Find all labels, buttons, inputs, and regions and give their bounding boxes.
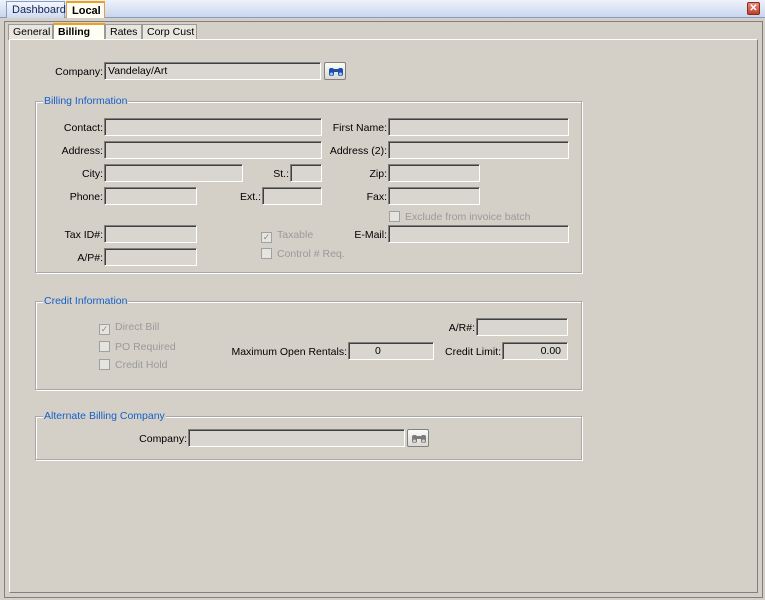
ar-field[interactable] (476, 318, 568, 336)
tax-id-label: Tax ID#: (64, 229, 103, 241)
phone-label: Phone: (69, 191, 103, 203)
contact-field[interactable] (104, 118, 322, 136)
ap-label: A/P#: (77, 252, 103, 264)
email-label: E-Mail: (354, 229, 387, 241)
tab-rates[interactable]: Rates (105, 24, 142, 40)
phone-field[interactable] (104, 187, 197, 205)
tax-id-field[interactable] (104, 225, 197, 243)
city-field[interactable] (104, 164, 243, 182)
city-label: City: (82, 168, 103, 180)
taxable-checkbox[interactable]: ✓ Taxable (261, 229, 314, 243)
exclude-invoice-label: Exclude from invoice batch (405, 211, 531, 223)
fax-field[interactable] (388, 187, 480, 205)
address2-field[interactable] (388, 141, 569, 159)
email-field[interactable] (388, 225, 569, 243)
address2-label: Address (2): (329, 145, 387, 157)
state-field[interactable] (290, 164, 322, 182)
ap-field[interactable] (104, 248, 197, 266)
control-req-box (261, 248, 272, 259)
exclude-invoice-checkbox[interactable]: Exclude from invoice batch (389, 211, 530, 223)
alternate-billing-title: Alternate Billing Company (43, 410, 166, 422)
tab-general[interactable]: General (8, 24, 53, 40)
po-required-box (99, 341, 110, 352)
binoculars-icon (329, 68, 343, 76)
credit-info-title: Credit Information (43, 295, 129, 307)
max-open-rentals-field[interactable]: 0 (348, 342, 434, 360)
tab-local[interactable]: Local (66, 1, 105, 18)
direct-bill-box: ✓ (99, 324, 110, 335)
fax-label: Fax: (366, 191, 387, 203)
tab-corp-cust[interactable]: Corp Cust (142, 24, 197, 40)
exclude-invoice-box (389, 211, 400, 222)
address-field[interactable] (104, 141, 322, 159)
company-lookup-button[interactable] (324, 62, 346, 80)
credit-hold-box (99, 359, 110, 370)
direct-bill-checkbox[interactable]: ✓ Direct Bill (99, 321, 160, 335)
alternate-company-lookup-button[interactable] (407, 429, 429, 447)
close-icon[interactable]: ✕ (747, 2, 760, 15)
credit-hold-label: Credit Hold (115, 359, 168, 371)
billing-info-title: Billing Information (43, 95, 129, 107)
ext-field[interactable] (262, 187, 322, 205)
zip-label: Zip: (369, 168, 387, 180)
address-label: Address: (61, 145, 103, 157)
ext-label: Ext.: (239, 191, 261, 203)
control-req-label: Control # Req. (277, 248, 345, 260)
contact-label: Contact: (63, 122, 103, 134)
alternate-company-label: Company: (139, 433, 187, 445)
binoculars-icon (412, 435, 426, 443)
top-tab-bar: Dashboard Local ✕ (0, 0, 765, 18)
taxable-label: Taxable (277, 229, 314, 241)
credit-hold-checkbox[interactable]: Credit Hold (99, 359, 168, 371)
first-name-label: First Name: (332, 122, 387, 134)
state-label: St.: (273, 168, 289, 180)
max-open-rentals-label: Maximum Open Rentals: (231, 346, 347, 358)
po-required-label: PO Required (115, 341, 176, 353)
po-required-checkbox[interactable]: PO Required (99, 341, 176, 353)
zip-field[interactable] (388, 164, 480, 182)
tab-dashboard[interactable]: Dashboard (6, 1, 66, 18)
company-field[interactable]: Vandelay/Art (104, 62, 321, 80)
first-name-field[interactable] (388, 118, 569, 136)
ar-label: A/R#: (448, 322, 475, 334)
control-req-checkbox[interactable]: Control # Req. (261, 248, 345, 260)
company-label: Company: (55, 66, 103, 78)
alternate-company-field[interactable] (188, 429, 405, 447)
tab-billing[interactable]: Billing (53, 23, 105, 40)
credit-limit-label: Credit Limit: (444, 346, 501, 358)
credit-limit-field[interactable]: 0.00 (502, 342, 568, 360)
direct-bill-label: Direct Bill (115, 321, 160, 333)
taxable-box: ✓ (261, 232, 272, 243)
